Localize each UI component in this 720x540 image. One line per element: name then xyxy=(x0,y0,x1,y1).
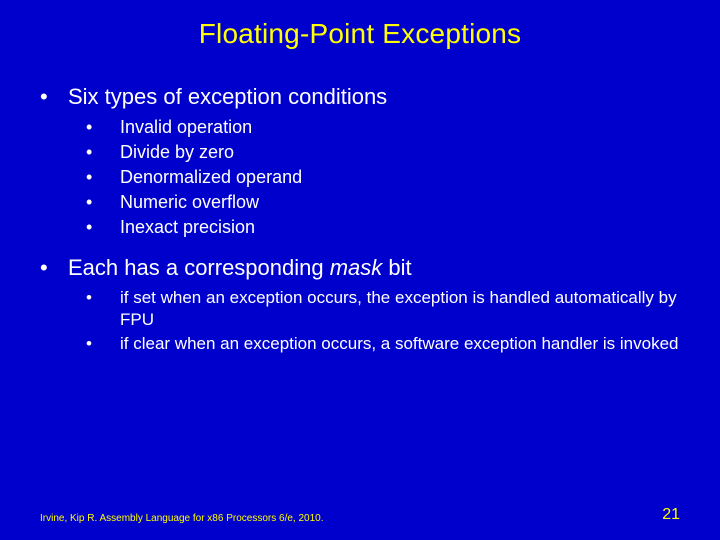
bullet-text: Divide by zero xyxy=(120,141,234,164)
bullet-text: Six types of exception conditions xyxy=(68,84,387,110)
bullet-level1: • Each has a corresponding mask bit xyxy=(40,255,680,281)
bullet-text: if set when an exception occurs, the exc… xyxy=(120,287,680,331)
bullet-text: Denormalized operand xyxy=(120,166,302,189)
bullet-icon: • xyxy=(86,191,120,214)
bullet-level2: • Numeric overflow xyxy=(86,191,680,214)
bullet-text: Invalid operation xyxy=(120,116,252,139)
bullet-icon: • xyxy=(86,287,120,309)
bullet-icon: • xyxy=(86,216,120,239)
bullet-icon: • xyxy=(86,116,120,139)
bullet-level2: • Denormalized operand xyxy=(86,166,680,189)
slide-footer: Irvine, Kip R. Assembly Language for x86… xyxy=(40,506,680,524)
bullet-level2: • Divide by zero xyxy=(86,141,680,164)
bullet-icon: • xyxy=(40,255,68,281)
text-run: Each has a corresponding xyxy=(68,255,330,280)
bullet-text: Numeric overflow xyxy=(120,191,259,214)
slide: Floating-Point Exceptions • Six types of… xyxy=(0,0,720,540)
bullet-icon: • xyxy=(86,141,120,164)
footer-citation: Irvine, Kip R. Assembly Language for x86… xyxy=(40,513,324,524)
bullet-icon: • xyxy=(86,166,120,189)
bullet-level2: • Invalid operation xyxy=(86,116,680,139)
text-italic: mask xyxy=(330,255,383,280)
bullet-text: if clear when an exception occurs, a sof… xyxy=(120,333,678,355)
slide-body: • Six types of exception conditions • In… xyxy=(0,50,720,354)
bullet-icon: • xyxy=(40,84,68,110)
text-run: bit xyxy=(382,255,411,280)
slide-title: Floating-Point Exceptions xyxy=(0,0,720,50)
page-number: 21 xyxy=(662,506,680,524)
bullet-icon: • xyxy=(86,333,120,355)
bullet-text: Each has a corresponding mask bit xyxy=(68,255,412,281)
bullet-level1: • Six types of exception conditions xyxy=(40,84,680,110)
bullet-text: Inexact precision xyxy=(120,216,255,239)
bullet-level2: • Inexact precision xyxy=(86,216,680,239)
bullet-level2: • if set when an exception occurs, the e… xyxy=(86,287,680,331)
bullet-level2: • if clear when an exception occurs, a s… xyxy=(86,333,680,355)
